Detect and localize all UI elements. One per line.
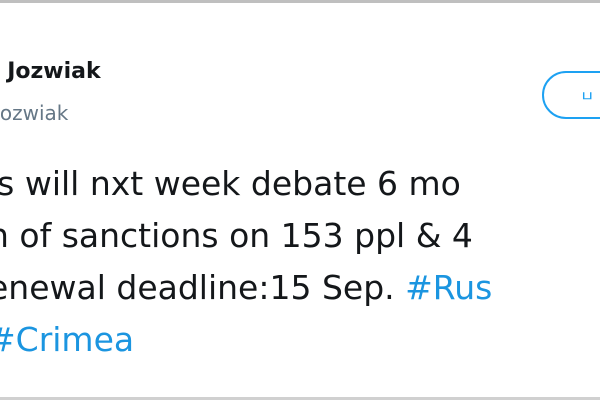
- author-name[interactable]: l Jozwiak: [0, 59, 101, 84]
- tweet-line: ls will nxt week debate 6 mo: [0, 158, 600, 210]
- tweet-line: n of sanctions on 153 ppl & 4: [0, 210, 600, 262]
- follow-button[interactable]: ப: [542, 71, 600, 119]
- tweet-text: ls will nxt week debate 6 mo n of sancti…: [0, 158, 600, 366]
- tweet-line-text: ls will nxt week debate 6 mo: [0, 164, 461, 203]
- follow-user-icon: ப: [582, 87, 593, 103]
- tweet-line: #Crimea: [0, 314, 600, 366]
- author-handle[interactable]: Jozwiak: [0, 101, 68, 125]
- hashtag-link-crimea[interactable]: #Crimea: [0, 320, 134, 359]
- screenshot-frame: l Jozwiak Jozwiak ப ls will nxt week deb…: [0, 0, 600, 400]
- tweet-line-text: n of sanctions on 153 ppl & 4: [0, 216, 473, 255]
- tweet-line: enewal deadline:15 Sep. #Rus: [0, 262, 600, 314]
- tweet-line-text: enewal deadline:15 Sep.: [0, 268, 406, 307]
- hashtag-link-russia[interactable]: #Rus: [405, 268, 492, 307]
- tweet-card: l Jozwiak Jozwiak ப ls will nxt week deb…: [0, 3, 600, 397]
